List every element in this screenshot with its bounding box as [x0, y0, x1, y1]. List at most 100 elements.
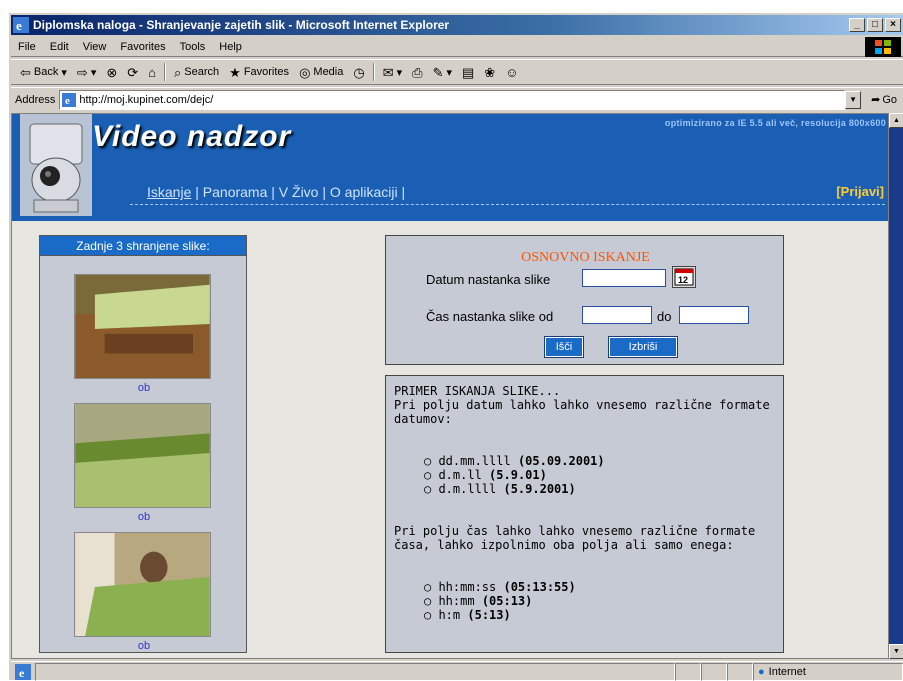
date-input[interactable]: [582, 269, 666, 287]
page-icon: e: [62, 92, 77, 107]
print-button[interactable]: ⎙: [407, 66, 427, 79]
favorites-icon: ★: [229, 64, 241, 80]
thumbnail-1-link[interactable]: ob: [40, 382, 248, 394]
search-heading: OSNOVNO ISKANJE: [521, 250, 650, 265]
forward-button[interactable]: ⇨ ▾: [72, 66, 101, 79]
mail-button[interactable]: ✉ ▾: [378, 66, 407, 79]
refresh-button[interactable]: ⟳: [122, 66, 143, 79]
standard-toolbar: ⇦ Back ▾ ⇨ ▾ ⊗ ⟳ ⌂ ⌕ Search ★ Favorites ◎ Medi…: [11, 59, 903, 85]
window-title: Diplomska naloga - Shranjevanje zajetih …: [33, 18, 450, 32]
toolbar-separator: [164, 63, 167, 81]
time-format-list: hh:mm:ss (05:13:55) hh:mm (05:13) h:m (5…: [424, 580, 775, 622]
stop-icon: ⊗: [106, 64, 118, 80]
list-item: d.m.ll (5.9.01): [424, 468, 775, 482]
stop-button[interactable]: ⊗: [101, 66, 122, 79]
status-cell: [727, 662, 753, 681]
thumbnail-3-link[interactable]: ob: [40, 640, 248, 652]
forward-arrow-icon: ⇨: [76, 64, 88, 80]
messenger-button[interactable]: ☺: [500, 66, 523, 79]
security-zone: ● Internet: [753, 662, 903, 681]
svg-text:12: 12: [678, 275, 688, 285]
page-content: optimizirano za IE 5.5 ali več, resoluci…: [11, 113, 889, 659]
list-item: d.m.llll (5.9.2001): [424, 482, 775, 496]
site-header: optimizirano za IE 5.5 ali več, resoluci…: [12, 114, 888, 221]
menu-tools[interactable]: Tools: [173, 41, 213, 53]
maximize-button[interactable]: □: [867, 18, 883, 32]
scroll-down-button[interactable]: ▼: [889, 644, 903, 659]
history-icon: ◷: [353, 64, 365, 80]
search-button[interactable]: ⌕ Search: [169, 66, 224, 79]
dropdown-icon: ▾: [396, 66, 403, 79]
close-button[interactable]: ×: [885, 18, 901, 32]
edit-icon: ✎: [432, 64, 444, 80]
svg-text:e: e: [16, 18, 22, 33]
list-item: dd.mm.llll (05.09.2001): [424, 454, 775, 468]
go-arrow-icon: ➦: [871, 94, 881, 106]
thumbnail-1[interactable]: [74, 274, 211, 379]
login-link[interactable]: [Prijavi]: [836, 184, 884, 199]
minimize-button[interactable]: _: [849, 18, 865, 32]
research-button[interactable]: ❀: [479, 66, 500, 79]
status-cell: [701, 662, 727, 681]
search-icon: ⌕: [174, 64, 182, 80]
back-arrow-icon: ⇦: [20, 64, 31, 80]
clear-button[interactable]: Izbriši: [608, 336, 678, 358]
address-url: http://moj.kupinet.com/dejc/: [79, 93, 214, 106]
svg-text:e: e: [19, 666, 25, 680]
discuss-icon: ▤: [462, 64, 475, 80]
media-button[interactable]: ◎ Media: [294, 66, 348, 79]
search-box: OSNOVNO ISKANJE Datum nastanka slike 12 …: [385, 235, 784, 365]
history-button[interactable]: ◷: [348, 66, 369, 79]
menu-help[interactable]: Help: [212, 41, 249, 53]
time-label: Čas nastanka slike od: [426, 309, 554, 324]
menu-file[interactable]: File: [11, 41, 43, 53]
scroll-up-button[interactable]: ▲: [889, 113, 903, 128]
thumbnail-2-link[interactable]: ob: [40, 511, 248, 523]
back-button[interactable]: ⇦ Back ▾: [15, 66, 72, 79]
calendar-button[interactable]: 12: [672, 266, 696, 288]
edit-button[interactable]: ✎ ▾: [428, 66, 457, 79]
title-bar[interactable]: e Diplomska naloga - Shranjevanje zajeti…: [11, 15, 903, 35]
main-nav: Iskanje | Panorama | V Živo | O aplikaci…: [147, 184, 406, 200]
ie-logo-icon: e: [13, 17, 29, 33]
home-button[interactable]: ⌂: [143, 66, 161, 79]
mail-icon: ✉: [382, 64, 394, 80]
nav-o-aplikaciji[interactable]: O aplikaciji: [330, 184, 398, 200]
toolbar-separator: [372, 63, 375, 81]
dropdown-icon: ▾: [90, 66, 97, 79]
thumbnail-3[interactable]: [74, 532, 211, 637]
svg-text:e: e: [65, 95, 70, 107]
help-time-intro: Pri polju čas lahko lahko vnesemo različ…: [394, 524, 756, 552]
list-item: hh:mm:ss (05:13:55): [424, 580, 775, 594]
nav-panorama[interactable]: Panorama: [203, 184, 268, 200]
vertical-scrollbar[interactable]: ▲ ▼: [889, 113, 903, 659]
list-item: h:m (5:13): [424, 608, 775, 622]
address-dropdown-button[interactable]: ▼: [845, 90, 862, 109]
help-heading: PRIMER ISKANJA SLIKE...: [394, 384, 561, 398]
date-format-list: dd.mm.llll (05.09.2001) d.m.ll (5.9.01) …: [424, 454, 775, 496]
address-input[interactable]: e http://moj.kupinet.com/dejc/: [59, 89, 846, 110]
menu-view[interactable]: View: [76, 41, 114, 53]
time-from-input[interactable]: [582, 306, 652, 324]
calendar-icon: 12: [674, 268, 694, 286]
nav-v-zivo[interactable]: V Živo: [279, 184, 319, 200]
discuss-button[interactable]: ▤: [457, 66, 479, 79]
print-icon: ⎙: [412, 64, 423, 80]
optimized-note: optimizirano za IE 5.5 ali več, resoluci…: [664, 118, 886, 128]
dropdown-icon: ▾: [446, 66, 452, 79]
favorites-button[interactable]: ★ Favorites: [224, 66, 294, 79]
thumbnail-2[interactable]: [74, 403, 211, 508]
search-submit-button[interactable]: Išči: [544, 336, 584, 358]
menu-edit[interactable]: Edit: [43, 41, 76, 53]
go-button[interactable]: ➦ Go: [865, 93, 903, 107]
app-title: Video nadzor: [92, 120, 292, 153]
recent-images-panel: Zadnje 3 shranjene slike: ob ob ob: [39, 235, 247, 653]
media-icon: ◎: [299, 64, 311, 80]
nav-iskanje[interactable]: Iskanje: [147, 184, 191, 200]
dropdown-icon: ▾: [61, 66, 67, 79]
menu-favorites[interactable]: Favorites: [113, 41, 172, 53]
status-text-area: [35, 662, 675, 681]
browser-window: e Diplomska naloga - Shranjevanje zajeti…: [8, 12, 903, 681]
time-to-input[interactable]: [679, 306, 749, 324]
time-to-label: do: [657, 309, 672, 324]
